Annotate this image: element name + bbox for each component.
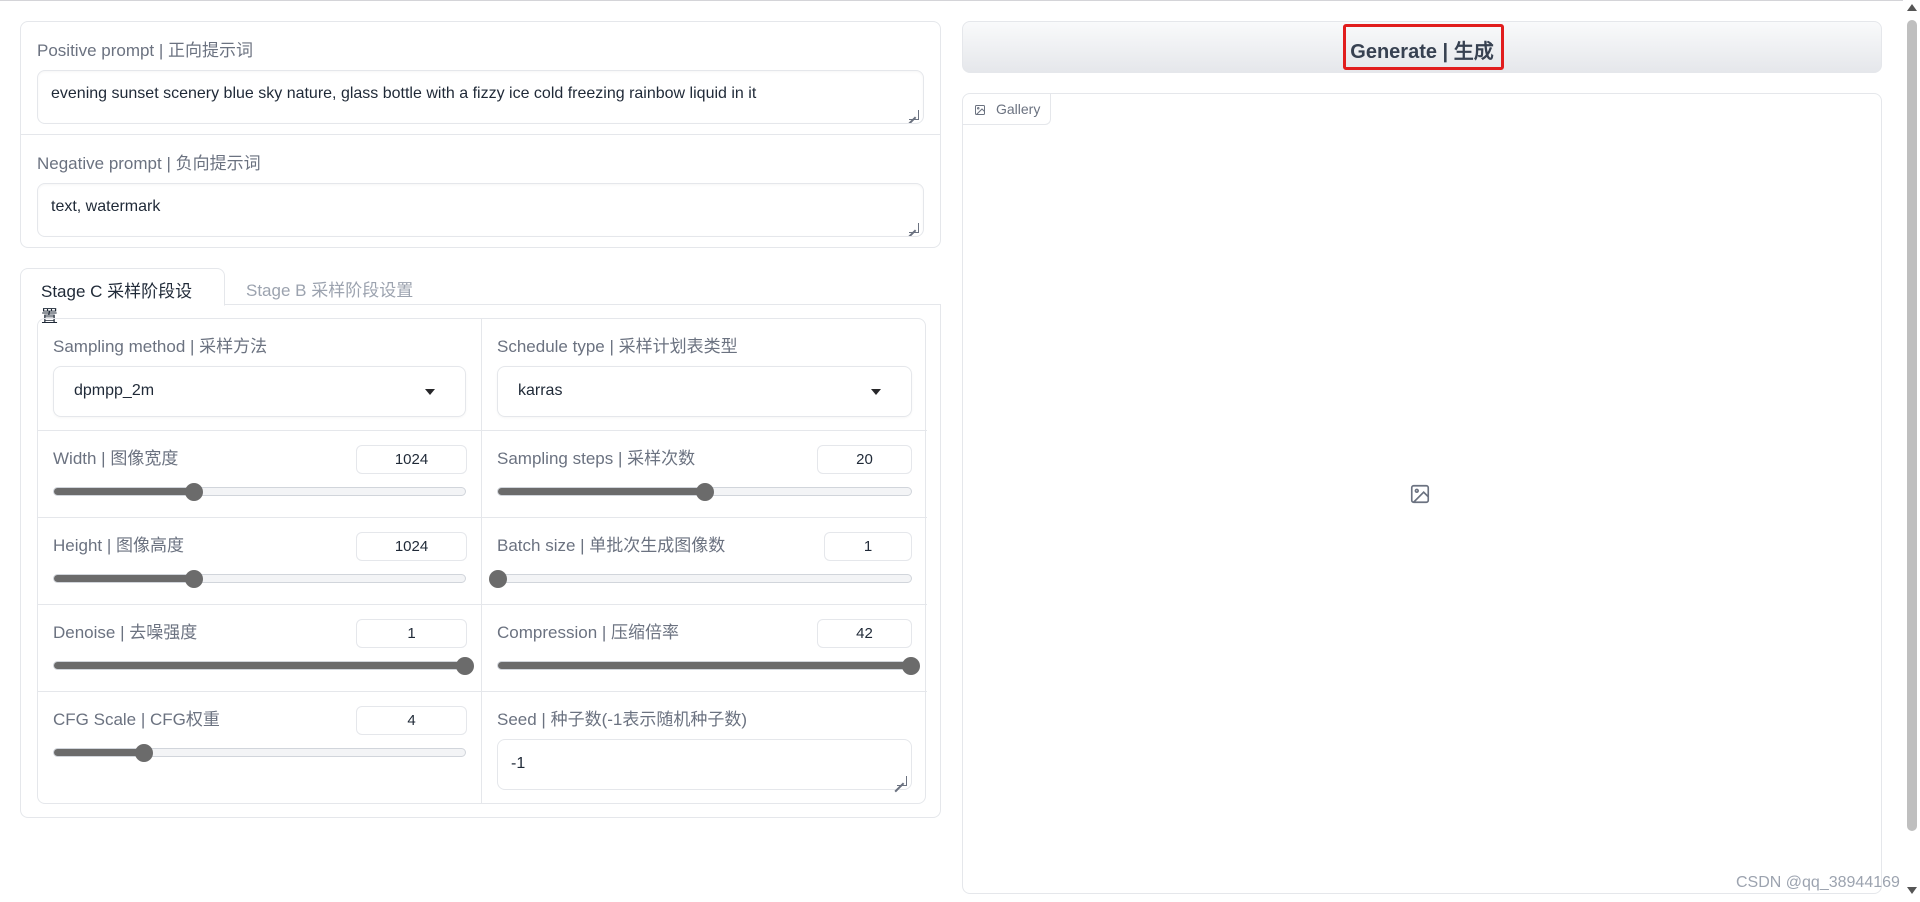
batch-size-cell: Batch size | 单批次生成图像数 1 bbox=[482, 518, 927, 605]
scroll-up-icon[interactable] bbox=[1907, 4, 1917, 11]
compression-cell: Compression | 压缩倍率 42 bbox=[482, 605, 927, 692]
cfg-scale-number-input[interactable]: 4 bbox=[356, 706, 467, 735]
height-slider-fill bbox=[54, 575, 194, 582]
image-icon bbox=[974, 103, 986, 119]
schedule-type-value: karras bbox=[518, 382, 563, 399]
positive-prompt-text: evening sunset scenery blue sky nature, … bbox=[51, 85, 757, 102]
schedule-type-label: Schedule type | 采样计划表类型 bbox=[497, 337, 738, 356]
seed-label: Seed | 种子数(-1表示随机种子数) bbox=[497, 710, 748, 729]
gallery-tag: Gallery bbox=[963, 94, 1051, 125]
seed-input[interactable]: -1 bbox=[497, 739, 912, 790]
resize-grip-icon[interactable] bbox=[897, 776, 907, 786]
chevron-down-icon bbox=[425, 389, 435, 395]
compression-slider[interactable] bbox=[497, 657, 920, 675]
height-slider-thumb[interactable] bbox=[184, 570, 203, 588]
seed-cell: Seed | 种子数(-1表示随机种子数) -1 bbox=[482, 692, 927, 804]
width-slider[interactable] bbox=[53, 483, 466, 501]
width-label: Width | 图像宽度 bbox=[53, 449, 179, 468]
settings-grid: Sampling method | 采样方法 dpmpp_2m Schedule… bbox=[37, 318, 927, 804]
generate-button-label: Generate | 生成 bbox=[1350, 41, 1494, 63]
sampling-steps-slider-fill bbox=[498, 488, 705, 495]
positive-prompt-label: Positive prompt | 正向提示词 bbox=[37, 41, 254, 60]
image-placeholder-icon bbox=[1409, 483, 1431, 510]
sampling-steps-number-input[interactable]: 20 bbox=[817, 445, 912, 474]
tab-stage-b[interactable]: Stage B 采样阶段设置 bbox=[226, 268, 433, 305]
resize-grip-icon[interactable] bbox=[909, 110, 919, 120]
width-cell: Width | 图像宽度 1024 bbox=[38, 431, 482, 518]
chevron-down-icon bbox=[871, 389, 881, 395]
batch-size-slider[interactable] bbox=[489, 570, 912, 588]
watermark-text: CSDN @qq_38944169 bbox=[1736, 874, 1900, 891]
height-label: Height | 图像高度 bbox=[53, 536, 185, 555]
denoise-cell: Denoise | 去噪强度 1 bbox=[38, 605, 482, 692]
prompt-panel: Positive prompt | 正向提示词 evening sunset s… bbox=[20, 21, 941, 248]
generate-button[interactable]: Generate | 生成 bbox=[962, 21, 1882, 73]
height-slider[interactable] bbox=[53, 570, 466, 588]
scroll-down-icon[interactable] bbox=[1907, 887, 1917, 894]
negative-prompt-input[interactable]: text, watermark bbox=[37, 183, 924, 237]
sampling-steps-cell: Sampling steps | 采样次数 20 bbox=[482, 431, 927, 518]
compression-number-input[interactable]: 42 bbox=[817, 619, 912, 648]
sampling-method-value: dpmpp_2m bbox=[74, 382, 155, 399]
compression-slider-fill bbox=[498, 662, 911, 669]
stage-c-settings-panel: Sampling method | 采样方法 dpmpp_2m Schedule… bbox=[20, 304, 941, 818]
cfg-scale-slider-fill bbox=[54, 749, 145, 756]
compression-label: Compression | 压缩倍率 bbox=[497, 623, 680, 642]
negative-prompt-label: Negative prompt | 负向提示词 bbox=[37, 154, 261, 173]
cfg-scale-cell: CFG Scale | CFG权重 4 bbox=[38, 692, 482, 804]
gallery-label: Gallery bbox=[996, 101, 1041, 117]
denoise-slider-fill bbox=[54, 662, 465, 669]
negative-prompt-text: text, watermark bbox=[51, 198, 161, 215]
scroll-thumb[interactable] bbox=[1907, 20, 1917, 831]
cfg-scale-slider[interactable] bbox=[53, 744, 466, 762]
positive-prompt-input[interactable]: evening sunset scenery blue sky nature, … bbox=[37, 70, 924, 124]
negative-prompt-row: Negative prompt | 负向提示词 text, watermark bbox=[21, 135, 940, 248]
denoise-number-input[interactable]: 1 bbox=[356, 619, 467, 648]
schedule-type-dropdown[interactable]: karras bbox=[497, 366, 912, 417]
sampling-steps-slider[interactable] bbox=[497, 483, 912, 501]
denoise-label: Denoise | 去噪强度 bbox=[53, 623, 198, 642]
cfg-scale-slider-thumb[interactable] bbox=[135, 744, 154, 762]
batch-size-number-input[interactable]: 1 bbox=[824, 532, 912, 561]
cfg-scale-label: CFG Scale | CFG权重 bbox=[53, 710, 220, 729]
sampling-steps-slider-thumb[interactable] bbox=[695, 483, 714, 501]
schedule-type-cell: Schedule type | 采样计划表类型 karras bbox=[482, 319, 927, 431]
height-number-input[interactable]: 1024 bbox=[356, 532, 467, 561]
resize-grip-icon[interactable] bbox=[909, 223, 919, 233]
tab-stage-c[interactable]: Stage C 采样阶段设置 bbox=[20, 268, 225, 326]
width-slider-fill bbox=[54, 488, 194, 495]
positive-prompt-row: Positive prompt | 正向提示词 evening sunset s… bbox=[21, 22, 940, 135]
top-border bbox=[0, 0, 1920, 1]
batch-size-label: Batch size | 单批次生成图像数 bbox=[497, 536, 726, 555]
sampling-method-label: Sampling method | 采样方法 bbox=[53, 337, 268, 356]
height-cell: Height | 图像高度 1024 bbox=[38, 518, 482, 605]
sampling-steps-label: Sampling steps | 采样次数 bbox=[497, 449, 696, 468]
page-scrollbar[interactable] bbox=[1903, 0, 1920, 902]
stage-tabs: Stage C 采样阶段设置 Stage B 采样阶段设置 bbox=[20, 268, 941, 326]
sampling-method-dropdown[interactable]: dpmpp_2m bbox=[53, 366, 466, 417]
seed-value: -1 bbox=[511, 755, 526, 772]
sampling-method-cell: Sampling method | 采样方法 dpmpp_2m bbox=[38, 319, 482, 431]
width-number-input[interactable]: 1024 bbox=[356, 445, 467, 474]
width-slider-thumb[interactable] bbox=[184, 483, 203, 501]
batch-size-slider-thumb[interactable] bbox=[489, 570, 507, 588]
denoise-slider[interactable] bbox=[53, 657, 474, 675]
compression-slider-thumb[interactable] bbox=[902, 657, 920, 675]
denoise-slider-thumb[interactable] bbox=[456, 657, 474, 675]
gallery-panel: Gallery bbox=[962, 93, 1882, 894]
